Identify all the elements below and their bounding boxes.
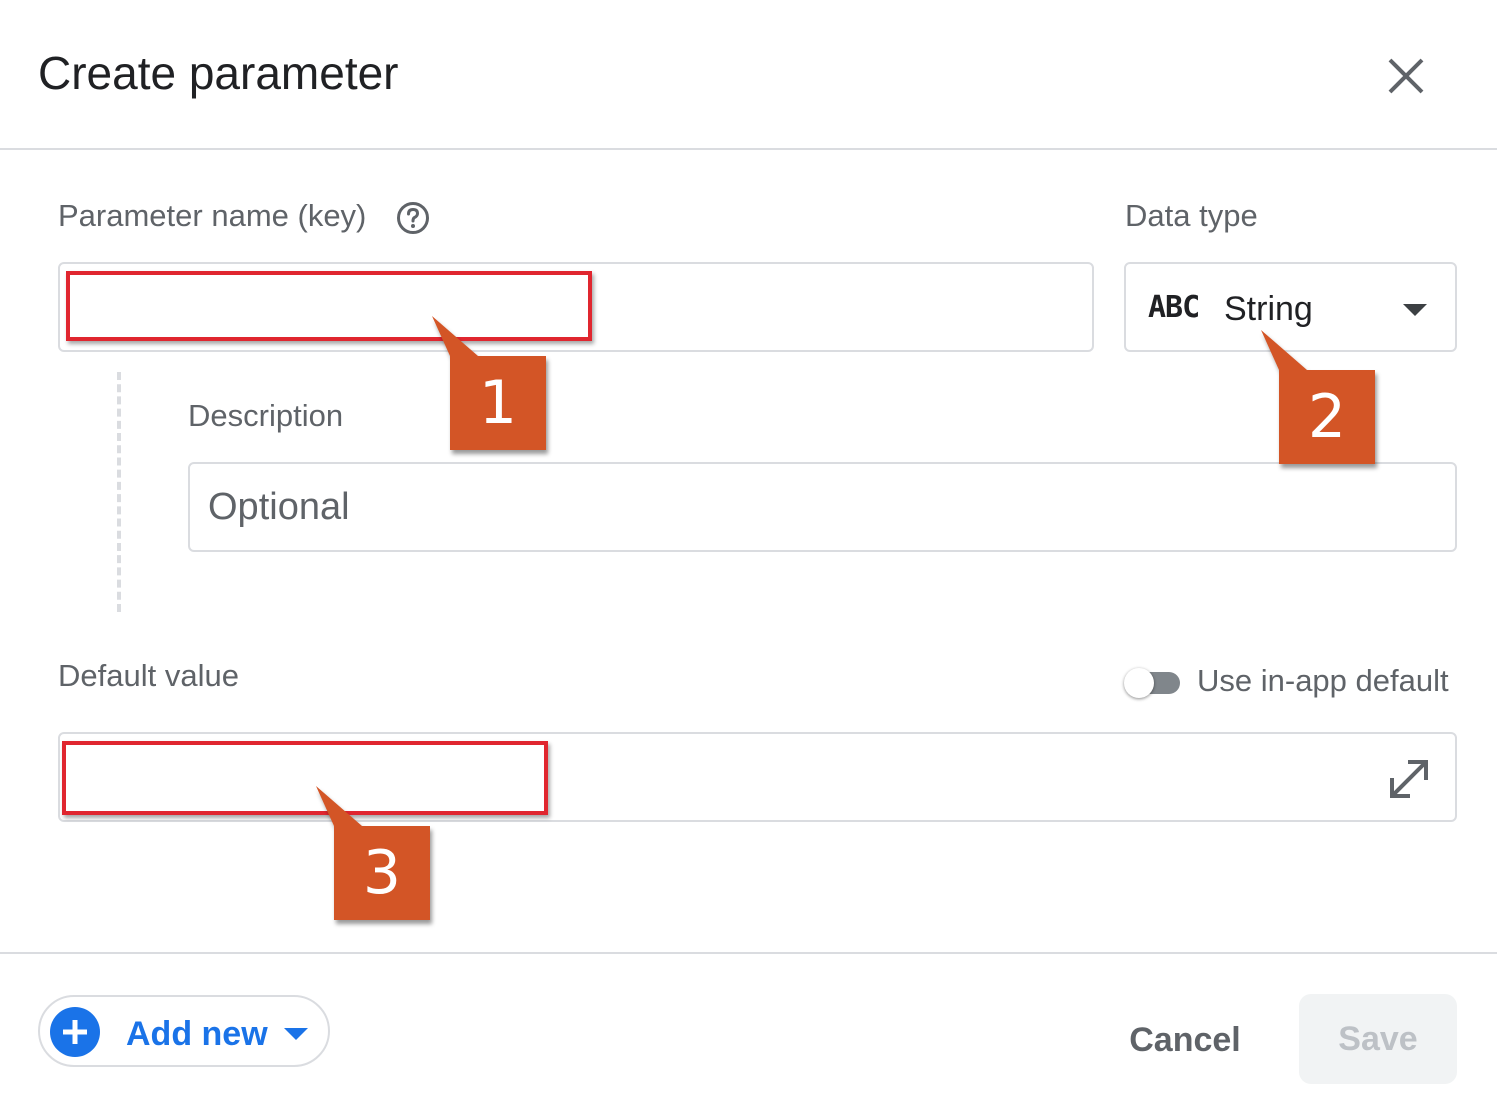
cancel-button[interactable]: Cancel xyxy=(1105,1000,1265,1080)
help-icon[interactable] xyxy=(396,201,430,235)
description-field[interactable] xyxy=(188,462,1457,552)
callout-number: 2 xyxy=(1307,382,1347,452)
callout-1: 1 xyxy=(432,316,546,450)
use-in-app-default-label: Use in-app default xyxy=(1197,663,1449,698)
callout-2: 2 xyxy=(1261,330,1375,464)
parameter-name-label: Parameter name (key) xyxy=(58,198,367,233)
dialog-title: Create parameter xyxy=(38,47,399,99)
footer-divider xyxy=(0,952,1497,954)
callout-number: 1 xyxy=(478,368,518,438)
highlight-box-3 xyxy=(62,741,548,815)
save-button[interactable]: Save xyxy=(1299,994,1457,1084)
add-new-label: Add new xyxy=(126,1015,268,1053)
nesting-dashed-line xyxy=(117,372,121,612)
dialog-header: Create parameter xyxy=(0,0,1497,150)
description-input[interactable] xyxy=(190,464,1455,550)
use-in-app-default-toggle[interactable] xyxy=(1124,668,1182,698)
data-type-value: String xyxy=(1224,290,1313,328)
default-value-label: Default value xyxy=(58,658,239,693)
add-new-button[interactable]: Add new xyxy=(38,995,330,1067)
plus-icon xyxy=(50,1007,100,1057)
expand-icon[interactable] xyxy=(1384,754,1434,804)
callout-3: 3 xyxy=(316,786,430,920)
toggle-thumb xyxy=(1124,668,1154,698)
close-button[interactable] xyxy=(1380,50,1432,102)
chevron-down-icon xyxy=(284,1028,308,1040)
create-parameter-dialog: Create parameter Parameter name (key) Da… xyxy=(0,0,1497,1116)
data-type-label: Data type xyxy=(1125,198,1258,233)
callout-number: 3 xyxy=(362,838,402,908)
chevron-down-icon xyxy=(1403,304,1427,316)
abc-icon: ABC xyxy=(1148,290,1200,325)
close-icon xyxy=(1388,58,1424,94)
description-label: Description xyxy=(188,398,344,433)
